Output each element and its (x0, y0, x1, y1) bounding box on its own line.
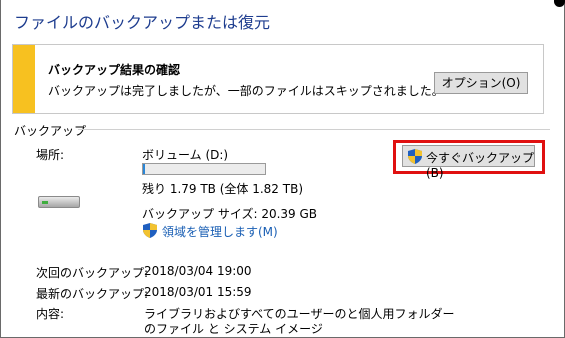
backup-size-text: バックアップ サイズ: 20.39 GB (142, 207, 318, 221)
disk-usage-bar (142, 163, 266, 175)
uac-shield-icon (408, 149, 422, 164)
section-divider (78, 129, 550, 130)
next-backup-value: 2018/03/04 19:00 (144, 264, 252, 278)
uac-shield-icon (143, 223, 157, 238)
hard-drive-icon (38, 196, 80, 208)
backup-now-label: 今すぐバックアップ(B) (426, 151, 535, 180)
status-message: バックアップは完了しましたが、一部のファイルはスキップされました。 (48, 84, 444, 98)
disk-usage-fill (143, 164, 146, 174)
last-backup-label: 最新のバックアップ: (36, 287, 149, 301)
options-button[interactable]: オプション(O) (434, 72, 528, 94)
free-space-text: 残り 1.79 TB (全体 1.82 TB) (142, 182, 303, 196)
last-backup-value: 2018/03/01 15:59 (144, 285, 252, 299)
status-heading: バックアップ結果の確認 (48, 63, 181, 77)
backup-section-label: バックアップ (14, 124, 87, 138)
backup-now-button[interactable]: 今すぐバックアップ(B) (402, 145, 535, 180)
page-title: ファイルのバックアップまたは復元 (14, 13, 271, 32)
next-backup-label: 次回のバックアップ: (36, 266, 149, 280)
manage-space-link[interactable]: 領域を管理します(M) (162, 223, 278, 240)
backup-status-panel: バックアップ結果の確認 バックアップは完了しましたが、一部のファイルはスキップさ… (12, 44, 544, 114)
contents-line-2: のファイル と システム イメージ (144, 322, 323, 336)
contents-label: 内容: (36, 307, 65, 321)
volume-name: ボリューム (D:) (142, 148, 229, 162)
location-label: 場所: (36, 148, 65, 162)
warning-accent-bar (13, 45, 35, 113)
